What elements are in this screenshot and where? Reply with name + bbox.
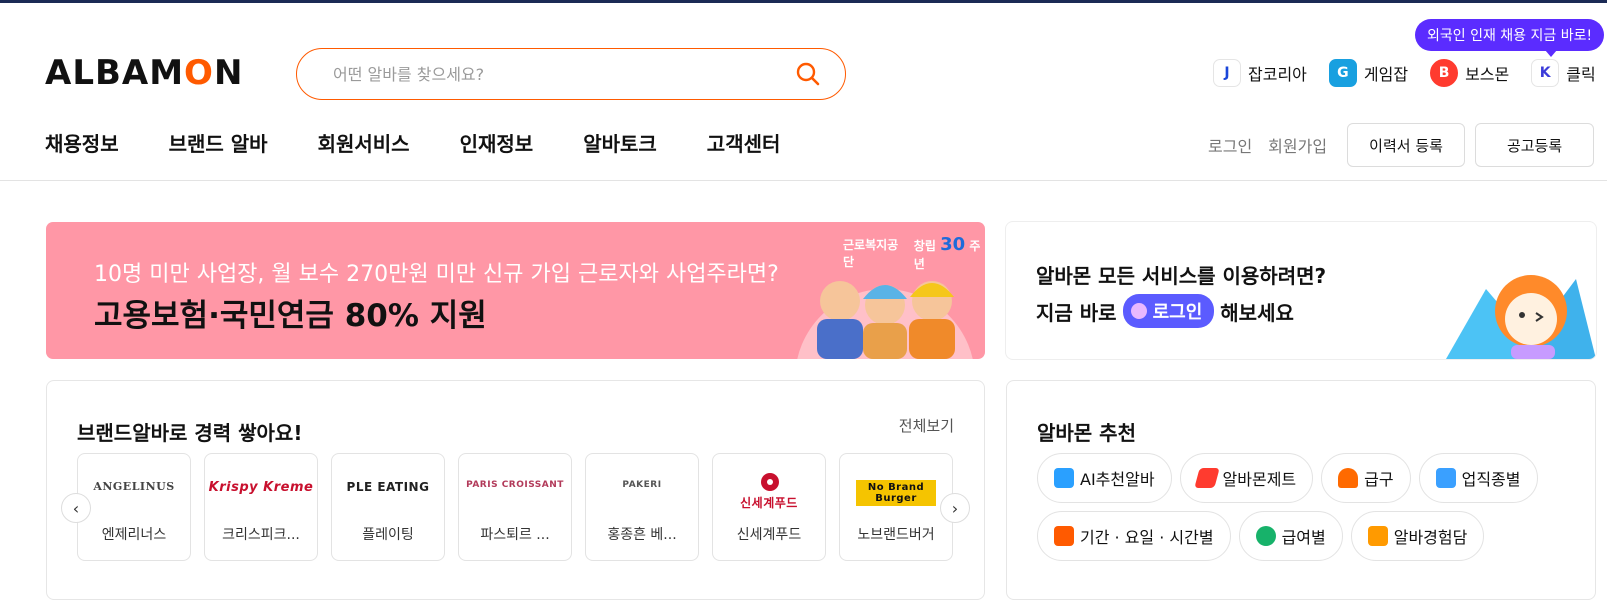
signup-link[interactable]: 회원가입	[1268, 133, 1327, 157]
ai-icon	[1054, 468, 1074, 488]
nav-item-member-services[interactable]: 회원서비스	[318, 128, 410, 157]
partner-jobkorea[interactable]: J 잡코리아	[1213, 59, 1307, 87]
krispy-kreme-logo: Krispy Kreme	[208, 480, 314, 495]
albamon-logo[interactable]: ALBAM O N	[45, 53, 243, 93]
pasteur-logo: PARIS CROISSANT	[466, 480, 564, 490]
mascot-icon	[1446, 275, 1596, 359]
workers-illustration-icon	[797, 281, 973, 359]
insurance-support-banner[interactable]: 10명 미만 사업장, 월 보수 270만원 미만 신규 가입 근로자와 사업주…	[46, 222, 985, 359]
brand-jobs-section: 브랜드알바로 경력 쌓아요! 전체보기 ANGELINUS 엔제리너스 Kris…	[46, 380, 985, 600]
search-icon[interactable]	[795, 61, 821, 87]
brand-item-angelinus[interactable]: ANGELINUS 엔제리너스	[77, 453, 191, 561]
nav-item-albatalk[interactable]: 알바토크	[583, 128, 657, 157]
jet-icon	[1193, 468, 1220, 488]
partner-gamejob[interactable]: G 게임잡	[1328, 59, 1408, 87]
brand-item-shinsegae-food[interactable]: 신세계푸드 신세계푸드	[712, 453, 826, 561]
brand-item-pleating[interactable]: PLE EATING 플레이팅	[331, 453, 445, 561]
nav-item-customer-center[interactable]: 고객센터	[707, 128, 781, 157]
brand-item-krispy-kreme[interactable]: Krispy Kreme 크리스피크...	[204, 453, 318, 561]
gamejob-icon: G	[1328, 59, 1357, 87]
no-brand-burger-logo: No Brand Burger	[856, 480, 936, 506]
bag-icon	[1435, 468, 1456, 488]
utility-menu: 로그인 회원가입 이력서 등록 공고등록	[1208, 123, 1595, 167]
main-navigation: 채용정보 브랜드 알바 회원서비스 인재정보 알바토크 고객센터	[45, 128, 780, 157]
view-all-link[interactable]: 전체보기	[899, 415, 954, 436]
carousel-next-button[interactable]: ›	[940, 493, 970, 523]
register-resume-button[interactable]: 이력서 등록	[1347, 123, 1466, 167]
chat-icon	[1367, 526, 1388, 546]
partner-bossmon[interactable]: B 보스몬	[1430, 59, 1509, 87]
pleating-logo: PLE EATING	[346, 480, 430, 494]
brand-item-hong-bakery[interactable]: PAKERI 홍종흔 베...	[585, 453, 699, 561]
jobkorea-icon: J	[1213, 59, 1241, 87]
recommendation-section: 알바몬 추천 AI추천알바 알바몬제트 급구 업직종별 기간 · 요일 · 시간…	[1006, 380, 1596, 600]
siren-icon	[1338, 468, 1359, 488]
brand-list: ANGELINUS 엔제리너스 Krispy Kreme 크리스피크... PL…	[77, 453, 953, 561]
chip-ai-recommend[interactable]: AI추천알바	[1037, 453, 1172, 503]
carousel-prev-button[interactable]: ‹	[61, 493, 91, 523]
flower-icon	[761, 473, 779, 491]
bossmon-icon: B	[1430, 59, 1459, 87]
foreign-talent-promo-bubble[interactable]: 외국인 인재 채용 지금 바로!	[1415, 19, 1605, 57]
nav-item-jobs[interactable]: 채용정보	[45, 128, 119, 157]
partner-click[interactable]: K 클릭	[1531, 59, 1596, 87]
calendar-icon	[1054, 526, 1074, 546]
chip-experience-stories[interactable]: 알바경험담	[1350, 511, 1485, 561]
post-job-button[interactable]: 공고등록	[1475, 123, 1595, 167]
recommendation-chips: AI추천알바 알바몬제트 급구 업직종별 기간 · 요일 · 시간별 급여별 알…	[1037, 453, 1577, 561]
chevron-left-icon: ‹	[72, 498, 80, 518]
chip-urgent[interactable]: 급구	[1321, 453, 1411, 503]
section-title: 알바몬 추천	[1037, 421, 1136, 445]
login-prompt-card: 알바몬 모든 서비스를 이용하려면? 지금 바로 로그인 해보세요	[1006, 222, 1596, 359]
chip-by-period-day-time[interactable]: 기간 · 요일 · 시간별	[1037, 511, 1231, 561]
chip-by-salary[interactable]: 급여별	[1238, 511, 1343, 561]
chip-albamon-jet[interactable]: 알바몬제트	[1179, 453, 1314, 503]
login-link[interactable]: 로그인	[1208, 133, 1252, 157]
brand-item-pasteur[interactable]: PARIS CROISSANT 파스퇴르 ...	[458, 453, 572, 561]
hong-bakery-logo: PAKERI	[622, 480, 662, 490]
chevron-down-icon	[1130, 303, 1147, 319]
angelinus-logo: ANGELINUS	[93, 480, 175, 493]
chevron-right-icon: ›	[951, 498, 959, 518]
click-icon: K	[1531, 59, 1560, 87]
nav-item-talent[interactable]: 인재정보	[460, 128, 534, 157]
login-pill-button[interactable]: 로그인	[1122, 294, 1215, 328]
won-icon	[1255, 526, 1276, 546]
search-box	[296, 48, 846, 100]
chip-by-job-type[interactable]: 업직종별	[1418, 453, 1538, 503]
partner-sites: J 잡코리아 G 게임잡 B 보스몬 K 클릭	[1213, 59, 1596, 87]
section-title: 브랜드알바로 경력 쌓아요!	[77, 421, 303, 445]
brand-item-no-brand-burger[interactable]: No Brand Burger 노브랜드버거	[839, 453, 953, 561]
site-header: ALBAMON 외국인 인재 채용 지금 바로! J 잡코리아 G 게임잡 B …	[0, 3, 1607, 181]
search-input[interactable]	[333, 64, 773, 84]
nav-item-brand-jobs[interactable]: 브랜드 알바	[169, 128, 268, 157]
shinsegae-food-logo: 신세계푸드	[740, 496, 798, 510]
